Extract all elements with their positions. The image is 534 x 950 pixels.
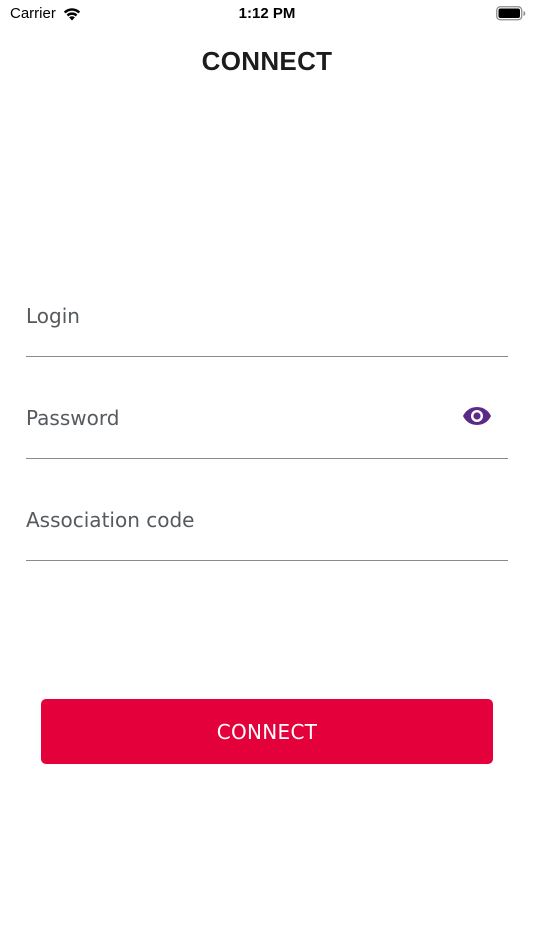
association-code-field-container	[26, 500, 508, 561]
status-time: 1:12 PM	[238, 5, 296, 22]
battery-icon	[496, 6, 526, 21]
password-field-container	[26, 398, 508, 459]
status-bar: Carrier 1:12 PM	[0, 0, 534, 28]
page-title: CONNECT	[201, 46, 333, 76]
password-visibility-toggle[interactable]	[462, 404, 492, 428]
eye-icon	[462, 406, 492, 426]
password-input[interactable]	[26, 398, 508, 458]
login-field-container	[26, 296, 508, 357]
association-code-input[interactable]	[26, 500, 508, 560]
connect-button[interactable]: CONNECT	[41, 699, 493, 764]
login-input[interactable]	[26, 296, 508, 356]
